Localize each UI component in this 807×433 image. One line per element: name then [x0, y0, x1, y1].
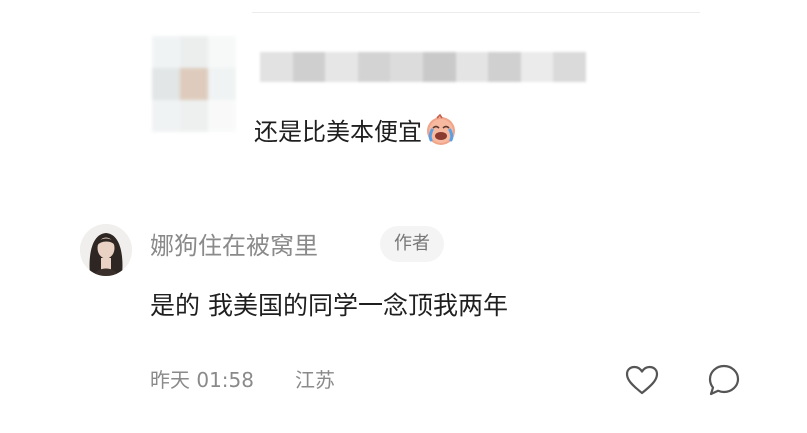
comment-time: 昨天 01:58: [150, 368, 254, 392]
author-name[interactable]: 娜狗住在被窝里: [150, 226, 318, 261]
reply-text-content: 还是比美本便宜: [254, 118, 422, 146]
speech-bubble-icon[interactable]: [706, 362, 742, 398]
author-avatar[interactable]: [80, 224, 132, 276]
blurred-reply-avatar[interactable]: [152, 36, 236, 132]
heart-outline-icon[interactable]: [624, 364, 660, 396]
crying-laughing-emoji-icon: [424, 113, 458, 147]
comment-location: 江苏: [295, 368, 335, 392]
blurred-reply-username[interactable]: [260, 52, 586, 82]
comment-text: 是的 我美国的同学一念顶我两年: [150, 291, 508, 320]
section-divider: [252, 12, 700, 13]
reply-text: 还是比美本便宜: [254, 112, 458, 147]
author-badge: 作者: [380, 226, 444, 262]
